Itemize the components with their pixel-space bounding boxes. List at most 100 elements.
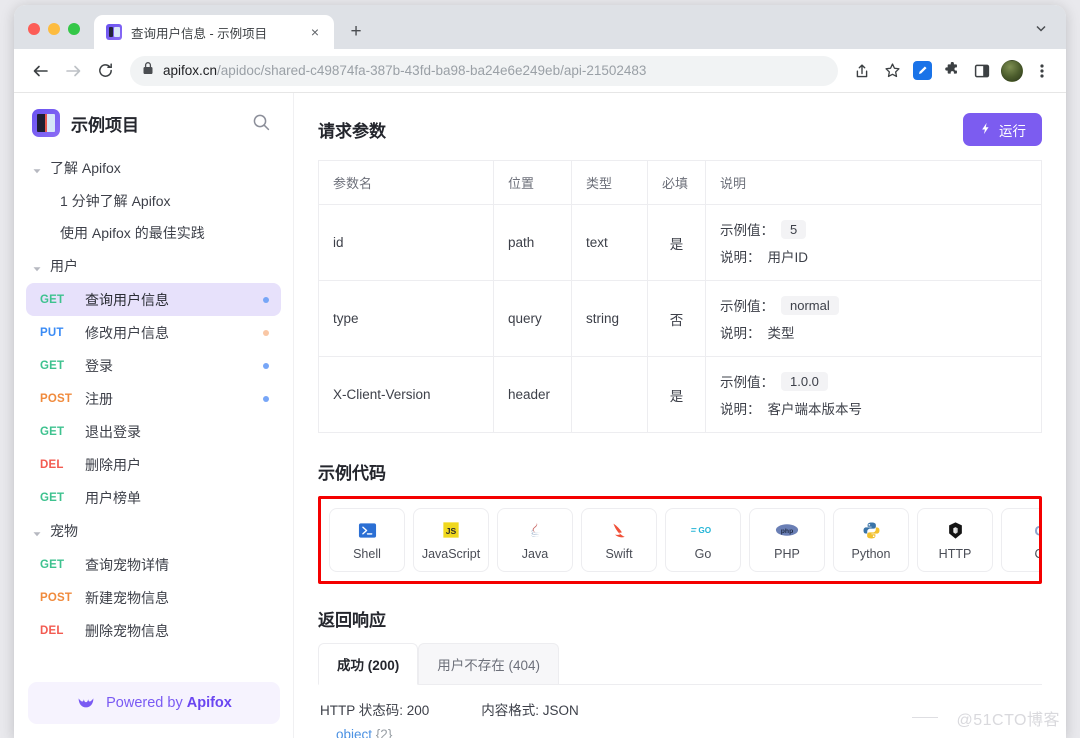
param-description: 示例值： 5 说明： 用户ID bbox=[706, 205, 1042, 281]
minimize-window-button[interactable] bbox=[48, 23, 60, 35]
svg-text:GO: GO bbox=[698, 526, 711, 535]
close-icon[interactable]: × bbox=[306, 23, 324, 41]
sidebar-item-label: 新建宠物信息 bbox=[85, 588, 269, 608]
sidebar-item-query-pet-detail[interactable]: GET 查询宠物详情 bbox=[26, 548, 281, 581]
sidebar-item-logout[interactable]: GET 退出登录 bbox=[26, 415, 281, 448]
language-tab-go[interactable]: GO Go bbox=[665, 508, 741, 572]
run-button[interactable]: 运行 bbox=[963, 113, 1042, 146]
apifox-brand: Apifox bbox=[187, 695, 232, 711]
language-tab-c[interactable]: C C bbox=[1001, 508, 1042, 572]
sample-code-title: 示例代码 bbox=[318, 459, 1042, 484]
schema-root-row[interactable]: object {2} bbox=[318, 727, 1042, 738]
param-name: type bbox=[319, 281, 494, 357]
search-icon[interactable] bbox=[251, 112, 273, 134]
share-icon[interactable] bbox=[848, 57, 876, 85]
example-value: 5 bbox=[781, 220, 806, 239]
forward-arrow-icon[interactable] bbox=[58, 56, 88, 86]
column-header-required: 必填 bbox=[648, 161, 706, 205]
description-label: 说明： bbox=[720, 246, 761, 266]
apifox-mark-icon bbox=[76, 693, 96, 713]
sidebar-item-create-pet[interactable]: POST 新建宠物信息 bbox=[26, 581, 281, 614]
sidebar-item-label: 注册 bbox=[85, 389, 254, 409]
sidebar-item-label: 登录 bbox=[85, 356, 254, 376]
language-tab-java[interactable]: Java bbox=[497, 508, 573, 572]
shell-icon bbox=[358, 519, 377, 541]
sidebar-item-user-ranking[interactable]: GET 用户榜单 bbox=[26, 481, 281, 514]
param-name: id bbox=[319, 205, 494, 281]
browser-tab[interactable]: 查询用户信息 - 示例项目 × bbox=[94, 15, 334, 49]
language-label: Java bbox=[522, 547, 548, 561]
side-panel-icon[interactable] bbox=[968, 57, 996, 85]
tab-user-not-found-404[interactable]: 用户不存在 (404) bbox=[418, 643, 559, 685]
status-dot bbox=[263, 396, 269, 402]
main-content: 请求参数 运行 参数名 位置 bbox=[294, 93, 1066, 738]
star-icon[interactable] bbox=[878, 57, 906, 85]
lightning-bolt-icon bbox=[979, 122, 992, 138]
param-type bbox=[572, 357, 648, 433]
maximize-window-button[interactable] bbox=[68, 23, 80, 35]
address-bar[interactable]: apifox.cn/apidoc/shared-c49874fa-387b-43… bbox=[130, 56, 838, 86]
language-label: Python bbox=[852, 547, 891, 561]
window-traffic-lights bbox=[14, 23, 94, 49]
avatar[interactable] bbox=[998, 57, 1026, 85]
sidebar-item-login[interactable]: GET 登录 bbox=[26, 349, 281, 382]
status-dot bbox=[263, 363, 269, 369]
sidebar-group-label: 了解 Apifox bbox=[50, 158, 121, 178]
sidebar-item-delete-pet[interactable]: DEL 删除宠物信息 bbox=[26, 614, 281, 647]
http-method-label: DEL bbox=[40, 459, 76, 471]
sidebar-item-query-user-info[interactable]: GET 查询用户信息 bbox=[26, 283, 281, 316]
sidebar-group-2[interactable]: 宠物 bbox=[26, 514, 281, 548]
profile-avatar-image bbox=[1001, 60, 1023, 82]
close-window-button[interactable] bbox=[28, 23, 40, 35]
language-tab-php[interactable]: php PHP bbox=[749, 508, 825, 572]
go-icon: GO bbox=[690, 519, 716, 541]
c-icon: C bbox=[1030, 519, 1043, 541]
sidebar-group-label: 用户 bbox=[50, 256, 78, 276]
powered-by-prefix: Powered by bbox=[106, 695, 187, 711]
http-method-label: GET bbox=[40, 426, 76, 438]
example-value-label: 示例值： bbox=[720, 295, 774, 315]
sidebar-item-delete-user[interactable]: DEL 删除用户 bbox=[26, 448, 281, 481]
param-type: string bbox=[572, 281, 648, 357]
language-tab-python[interactable]: Python bbox=[833, 508, 909, 572]
example-value-line: 示例值： 1.0.0 bbox=[720, 371, 1027, 391]
language-tab-http[interactable]: HTTP bbox=[917, 508, 993, 572]
caret-down-icon bbox=[32, 163, 42, 173]
chevron-down-icon[interactable] bbox=[1026, 13, 1056, 43]
tab-success-200[interactable]: 成功 (200) bbox=[318, 643, 418, 685]
python-icon bbox=[862, 519, 881, 541]
sidebar-item-update-user-info[interactable]: PUT 修改用户信息 bbox=[26, 316, 281, 349]
run-button-label: 运行 bbox=[999, 120, 1026, 140]
param-required: 是 bbox=[648, 357, 706, 433]
reload-icon[interactable] bbox=[90, 56, 120, 86]
apifox-logo-icon bbox=[106, 24, 122, 40]
description-line: 说明： 客户端本版本号 bbox=[720, 398, 1027, 418]
param-position: query bbox=[494, 281, 572, 357]
http-method-label: GET bbox=[40, 360, 76, 372]
sidebar-group-0[interactable]: 了解 Apifox bbox=[26, 151, 281, 185]
watermark-line bbox=[912, 717, 938, 718]
page-body: 示例项目 了解 Apifox 1 分钟了解 bbox=[14, 93, 1066, 738]
browser-tab-title: 查询用户信息 - 示例项目 bbox=[131, 23, 297, 42]
url-path: /apidoc/shared-c49874fa-387b-43fd-ba98-b… bbox=[217, 63, 646, 78]
edit-pencil-icon[interactable] bbox=[908, 57, 936, 85]
sidebar-doc-item[interactable]: 1 分钟了解 Apifox bbox=[26, 185, 281, 217]
http-icon bbox=[946, 519, 965, 541]
language-tab-javascript[interactable]: JS JavaScript bbox=[413, 508, 489, 572]
description-line: 说明： 用户ID bbox=[720, 246, 1027, 266]
puzzle-icon[interactable] bbox=[938, 57, 966, 85]
browser-tab-strip: 查询用户信息 - 示例项目 × + bbox=[14, 5, 1066, 49]
column-header-name: 参数名 bbox=[319, 161, 494, 205]
language-tab-swift[interactable]: Swift bbox=[581, 508, 657, 572]
example-value-label: 示例值： bbox=[720, 371, 774, 391]
kebab-menu-icon[interactable] bbox=[1028, 57, 1056, 85]
sidebar-doc-item[interactable]: 使用 Apifox 的最佳实践 bbox=[26, 217, 281, 249]
powered-by-apifox[interactable]: Powered by Apifox bbox=[28, 682, 280, 724]
language-tab-shell[interactable]: Shell bbox=[329, 508, 405, 572]
new-tab-button[interactable]: + bbox=[342, 17, 370, 45]
caret-down-icon bbox=[32, 261, 42, 271]
sidebar-item-register[interactable]: POST 注册 bbox=[26, 382, 281, 415]
back-arrow-icon[interactable] bbox=[26, 56, 56, 86]
language-tab-list: Shell JS JavaScript bbox=[329, 508, 1031, 572]
sidebar-group-1[interactable]: 用户 bbox=[26, 249, 281, 283]
